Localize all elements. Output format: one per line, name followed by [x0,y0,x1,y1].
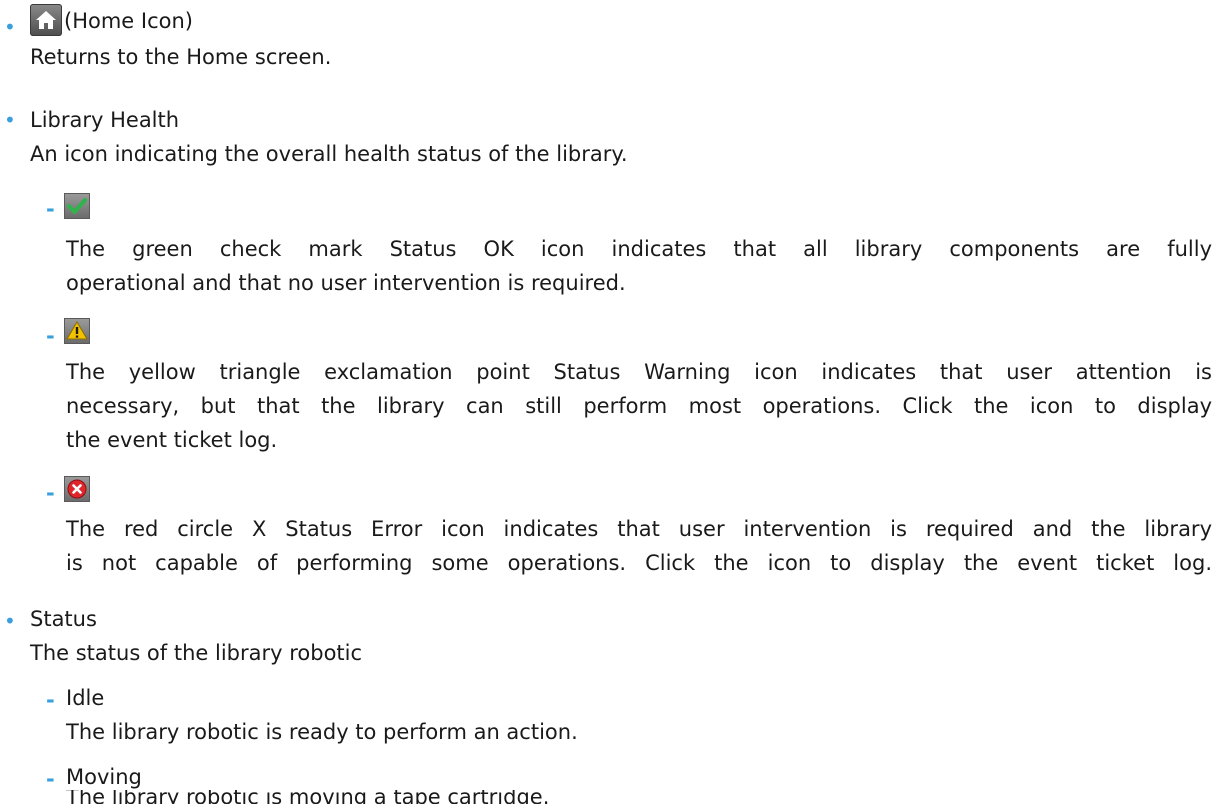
dash-marker: - [46,481,55,505]
check-icon [64,193,90,219]
error-icon [64,476,90,502]
status-moving-description: The library robotic is moving a tape car… [66,790,550,804]
status-idle-label: Idle [66,686,105,710]
status-error-line: The red circle X Status Error icon indic… [66,517,1212,541]
home-icon[interactable] [30,4,62,36]
dash-marker: - [46,688,55,712]
home-icon-label: (Home Icon) [64,9,193,33]
status-moving-label: Moving [66,765,142,789]
status-ok-line: operational and that no user interventio… [66,271,626,295]
status-idle-description: The library robotic is ready to perform … [66,720,578,744]
library-health-title: Library Health [30,108,180,132]
home-description: Returns to the Home screen. [30,45,332,69]
status-ok-line: The green check mark Status OK icon indi… [66,237,1212,261]
status-description: The status of the library robotic [30,641,363,665]
bullet-marker: • [4,609,16,633]
warning-icon [64,318,90,344]
status-error-description: The red circle X Status Error icon indic… [66,512,1212,580]
status-title: Status [30,607,97,631]
library-health-description: An icon indicating the overall health st… [30,142,628,166]
status-ok-description: The green check mark Status OK icon indi… [66,232,1212,300]
status-warning-line: The yellow triangle exclamation point St… [66,360,1212,384]
bullet-marker: • [4,108,16,132]
help-page: • (Home Icon) Returns to the Home screen… [0,0,1218,804]
status-warning-description: The yellow triangle exclamation point St… [66,355,1212,457]
status-warning-line: the event ticket log. [66,428,278,452]
dash-marker: - [46,324,55,348]
status-error-line: is not capable of performing some operat… [66,551,1212,575]
status-warning-line: necessary, but that the library can stil… [66,394,1212,418]
bullet-marker: • [4,15,16,39]
dash-marker: - [46,767,55,791]
dash-marker: - [46,197,55,221]
